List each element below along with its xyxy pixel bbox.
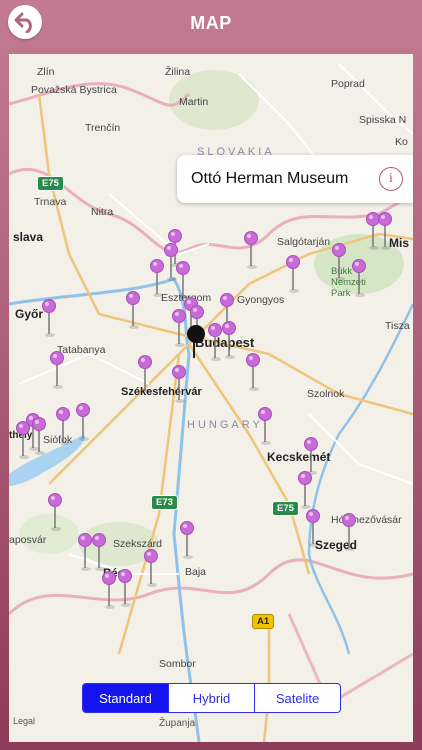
app-frame: MAP Zlín Žilina Poprad Považská Bystrica… [0,0,422,750]
map-pin[interactable] [171,308,187,348]
back-arrow-icon [14,12,32,33]
map-pin[interactable] [245,352,261,392]
map-pin[interactable] [55,406,71,446]
callout-title: Ottó Herman Museum [191,170,349,187]
top-bar: MAP [0,0,422,46]
map-pin[interactable] [175,260,191,300]
map-pin[interactable] [137,354,153,394]
map-pin[interactable] [171,364,187,404]
map-pin[interactable] [31,416,47,456]
map-pin[interactable] [41,298,57,338]
map-type-segmented-control[interactable]: Standard Hybrid Satelite [82,683,341,713]
page-title: MAP [190,12,232,33]
map-pin[interactable] [351,258,367,298]
map-pin[interactable] [305,508,321,548]
map-view[interactable]: Zlín Žilina Poprad Považská Bystrica Mar… [9,54,413,742]
map-pin[interactable] [149,258,165,298]
segment-hybrid[interactable]: Hybrid [169,684,255,712]
map-pin[interactable] [143,548,159,588]
map-pin[interactable] [101,570,117,610]
selected-pin[interactable] [186,324,206,360]
map-pin[interactable] [221,320,237,360]
map-pin[interactable] [285,254,301,294]
map-pin[interactable] [75,402,91,442]
map-pin[interactable] [125,290,141,330]
map-pin[interactable] [331,242,347,282]
map-pin[interactable] [91,532,107,572]
map-label-zupanja: Županja [159,718,196,729]
map-pin[interactable] [243,230,259,270]
map-pin[interactable] [297,470,313,510]
pin-callout[interactable]: Ottó Herman Museum i [177,155,413,203]
map-pin[interactable] [117,568,133,608]
back-button[interactable] [8,5,42,39]
map-pin[interactable] [47,492,63,532]
map-pin[interactable] [179,520,195,560]
map-pin[interactable] [15,420,31,460]
map-pin[interactable] [341,512,357,552]
segment-satellite[interactable]: Satelite [255,684,340,712]
map-pin[interactable] [377,211,393,251]
map-pin[interactable] [49,350,65,390]
legal-link[interactable]: Legal [13,716,35,726]
info-icon[interactable]: i [379,167,403,191]
segment-standard[interactable]: Standard [83,684,169,712]
map-pin[interactable] [257,406,273,446]
